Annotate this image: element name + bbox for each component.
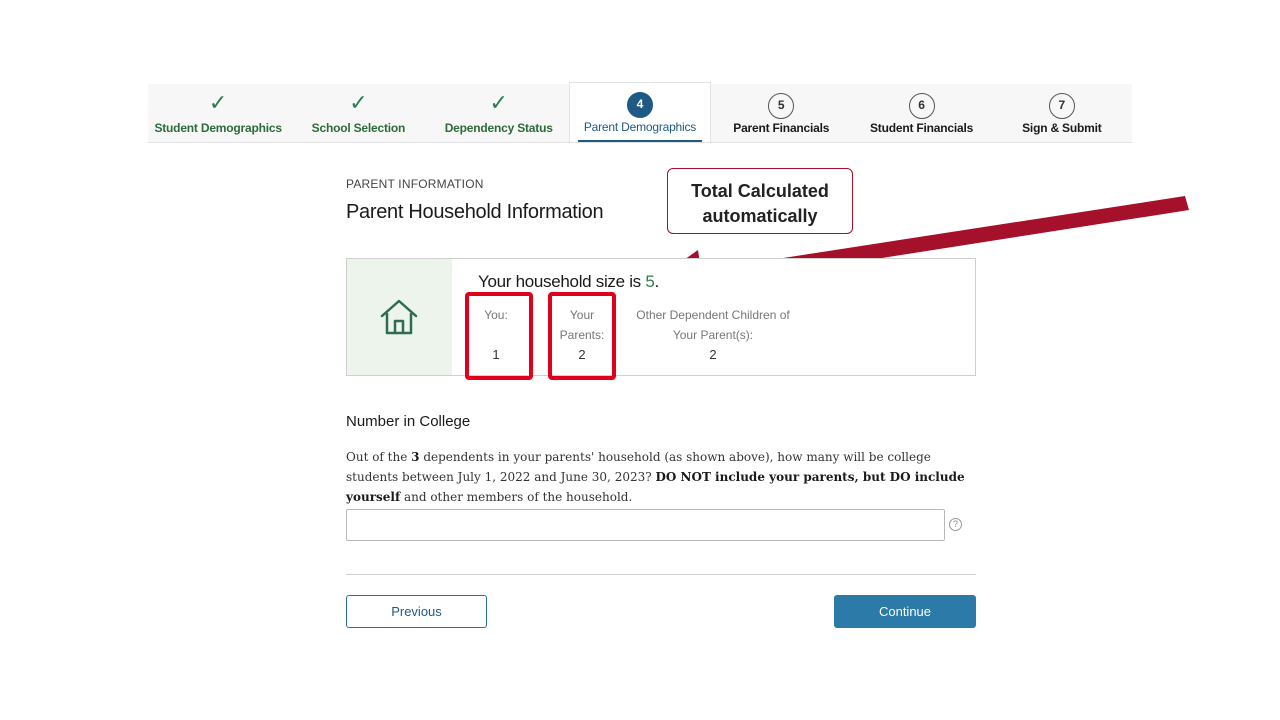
household-size-text: Your household size is 5. — [478, 272, 659, 292]
household-size-suffix: . — [654, 272, 659, 291]
previous-button[interactable]: Previous — [346, 595, 487, 628]
question-part-3: and other members of the household. — [400, 490, 633, 504]
question-part-1: Out of the — [346, 450, 412, 464]
house-icon-box — [347, 259, 452, 375]
other-dependents-count: Other Dependent Children of Your Parent(… — [635, 305, 791, 365]
number-in-college-input[interactable] — [346, 509, 945, 541]
you-highlight-box — [465, 292, 533, 380]
household-size-prefix: Your household size is — [478, 272, 641, 291]
house-icon — [380, 299, 418, 335]
question-bold-1: 3 — [411, 450, 420, 464]
help-icon[interactable]: ? — [949, 518, 962, 531]
parents-highlight-box — [548, 292, 616, 380]
household-summary-card: Your household size is 5. You: 1 Your Pa… — [346, 258, 976, 376]
continue-button[interactable]: Continue — [834, 595, 976, 628]
divider — [346, 574, 976, 575]
number-in-college-title: Number in College — [346, 413, 471, 430]
other-label-line-1: Other Dependent Children of — [636, 308, 790, 322]
number-in-college-question: Out of the 3 dependents in your parents'… — [346, 447, 966, 507]
other-value: 2 — [709, 347, 717, 362]
other-label-line-2: Your Parent(s): — [672, 328, 754, 342]
